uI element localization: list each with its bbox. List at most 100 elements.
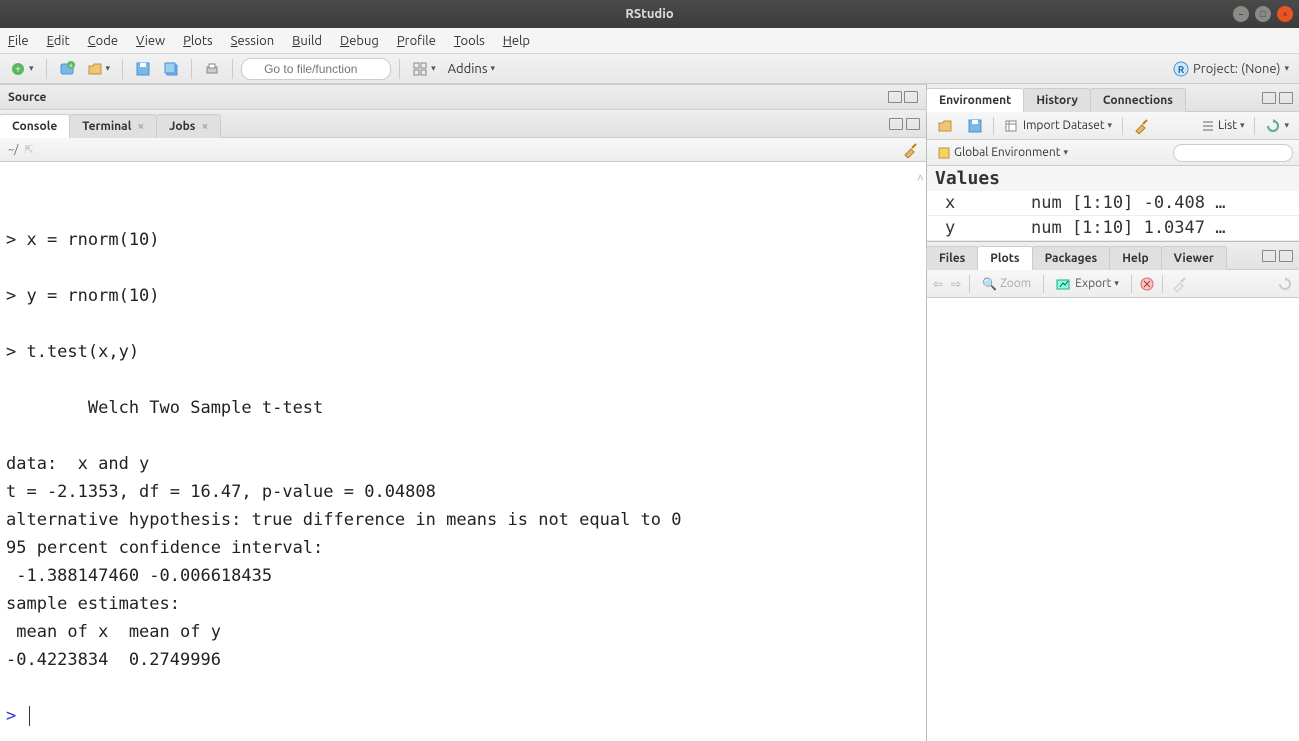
menu-build[interactable]: Build [292,34,322,48]
env-body: Values x num [1:10] -0.408 … y num [1:10… [927,166,1299,241]
new-file-button[interactable]: + ▾ [6,59,38,79]
env-maximize-icon[interactable] [1279,92,1293,104]
plots-maximize-icon[interactable] [1279,250,1293,262]
right-column: Environment History Connections Import D… [927,84,1299,741]
tab-packages[interactable]: Packages [1032,246,1111,270]
svg-text:+: + [15,63,21,74]
print-button[interactable] [200,59,224,79]
console-prompt: > [6,706,16,726]
save-icon [135,61,151,77]
goto-file-function[interactable]: ➔ [241,58,391,80]
plots-tabs: Files Plots Packages Help Viewer [927,242,1299,270]
tab-viewer[interactable]: Viewer [1161,246,1227,270]
plots-minimize-icon[interactable] [1262,250,1276,262]
save-workspace-button[interactable] [963,116,987,136]
console-maximize-icon[interactable] [906,118,920,130]
tab-files[interactable]: Files [926,246,978,270]
addins-button[interactable]: Addins ▾ [444,60,499,78]
plot-next-button[interactable]: ⇨ [951,277,961,291]
menu-edit[interactable]: Edit [47,34,70,48]
svg-text:R: R [1178,64,1185,75]
cursor [29,706,30,726]
menu-view[interactable]: View [136,34,165,48]
plot-refresh-button[interactable] [1277,276,1293,292]
window-title: RStudio [625,7,673,21]
console-path-popout-icon[interactable]: ⇱ [24,143,33,156]
env-scope-selector[interactable]: Global Environment ▾ [933,144,1072,162]
package-icon [937,146,951,160]
tab-jobs[interactable]: Jobs× [156,114,221,138]
console-minimize-icon[interactable] [889,118,903,130]
tab-terminal[interactable]: Terminal× [69,114,157,138]
save-button[interactable] [131,59,155,79]
env-search[interactable]: 🔍 [1173,144,1293,162]
print-icon [204,61,220,77]
export-icon [1056,277,1072,291]
main-toolbar: + ▾ + ▾ ➔ ▾ Addins ▾ R Project: (None) ▾ [0,54,1299,84]
tab-plots[interactable]: Plots [977,246,1032,270]
source-maximize-icon[interactable] [904,91,918,103]
source-minimize-icon[interactable] [888,91,902,103]
plot-remove-button[interactable] [1140,277,1154,291]
env-view-mode[interactable]: List ▾ [1197,117,1248,135]
menu-tools[interactable]: Tools [454,34,485,48]
env-minimize-icon[interactable] [1262,92,1276,104]
tab-help[interactable]: Help [1109,246,1161,270]
menu-profile[interactable]: Profile [397,34,436,48]
console-tabs: Console Terminal× Jobs× [0,110,926,138]
remove-icon [1140,277,1154,291]
open-folder-icon [87,61,103,77]
list-icon [1201,119,1215,133]
save-all-button[interactable] [159,59,183,79]
project-menu[interactable]: R Project: (None) ▾ [1169,59,1293,79]
import-icon [1004,118,1020,134]
tab-console[interactable]: Console [0,114,70,138]
plots-pane: Files Plots Packages Help Viewer ⇦ ⇨ 🔍 Z… [927,242,1299,741]
environment-pane: Environment History Connections Import D… [927,84,1299,242]
minimize-button[interactable]: – [1233,6,1249,22]
env-row-y[interactable]: y num [1:10] 1.0347 … [927,216,1299,241]
r-project-icon: R [1173,61,1189,77]
refresh-icon [1265,118,1281,134]
menu-plots[interactable]: Plots [183,34,213,48]
menu-debug[interactable]: Debug [340,34,379,48]
close-button[interactable]: × [1277,6,1293,22]
env-tabs: Environment History Connections [927,84,1299,112]
refresh-env-button[interactable]: ▾ [1261,116,1293,136]
menu-code[interactable]: Code [88,34,118,48]
tab-history[interactable]: History [1023,88,1091,112]
tab-connections[interactable]: Connections [1090,88,1186,112]
plot-clear-button[interactable] [1171,276,1187,292]
close-icon[interactable]: × [137,120,144,133]
goto-input[interactable] [241,58,391,80]
menu-help[interactable]: Help [503,34,530,48]
new-project-button[interactable]: + [55,59,79,79]
project-plus-icon: + [59,61,75,77]
open-file-button[interactable]: ▾ [83,59,115,79]
left-column: Source Console Terminal× Jobs× ~/ ⇱ [0,84,927,741]
menu-session[interactable]: Session [231,34,274,48]
source-title: Source [8,91,46,104]
scroll-up-icon[interactable]: ˄ [917,164,924,192]
main-area: Source Console Terminal× Jobs× ~/ ⇱ [0,84,1299,741]
refresh-icon [1277,276,1293,292]
tab-environment[interactable]: Environment [926,88,1024,112]
menu-bar: File Edit Code View Plots Session Build … [0,28,1299,54]
menu-file[interactable]: File [8,34,29,48]
save-all-icon [163,61,179,77]
env-search-input[interactable] [1173,144,1293,162]
plot-prev-button[interactable]: ⇦ [933,277,943,291]
console-output[interactable]: ˄ > x = rnorm(10) > y = rnorm(10) > t.te… [0,162,926,741]
plot-zoom-button[interactable]: 🔍 Zoom [978,275,1035,293]
console-subbar: ~/ ⇱ [0,138,926,162]
clear-console-icon[interactable] [902,142,918,158]
load-workspace-button[interactable] [933,116,957,136]
plot-export-button[interactable]: Export ▾ [1052,275,1123,293]
maximize-button[interactable]: □ [1255,6,1271,22]
clear-env-button[interactable] [1129,116,1153,136]
import-dataset-button[interactable]: Import Dataset ▾ [1000,116,1116,136]
close-icon[interactable]: × [201,120,208,133]
grid-button[interactable]: ▾ [408,59,440,79]
window-controls: – □ × [1233,6,1293,22]
env-row-x[interactable]: x num [1:10] -0.408 … [927,191,1299,216]
